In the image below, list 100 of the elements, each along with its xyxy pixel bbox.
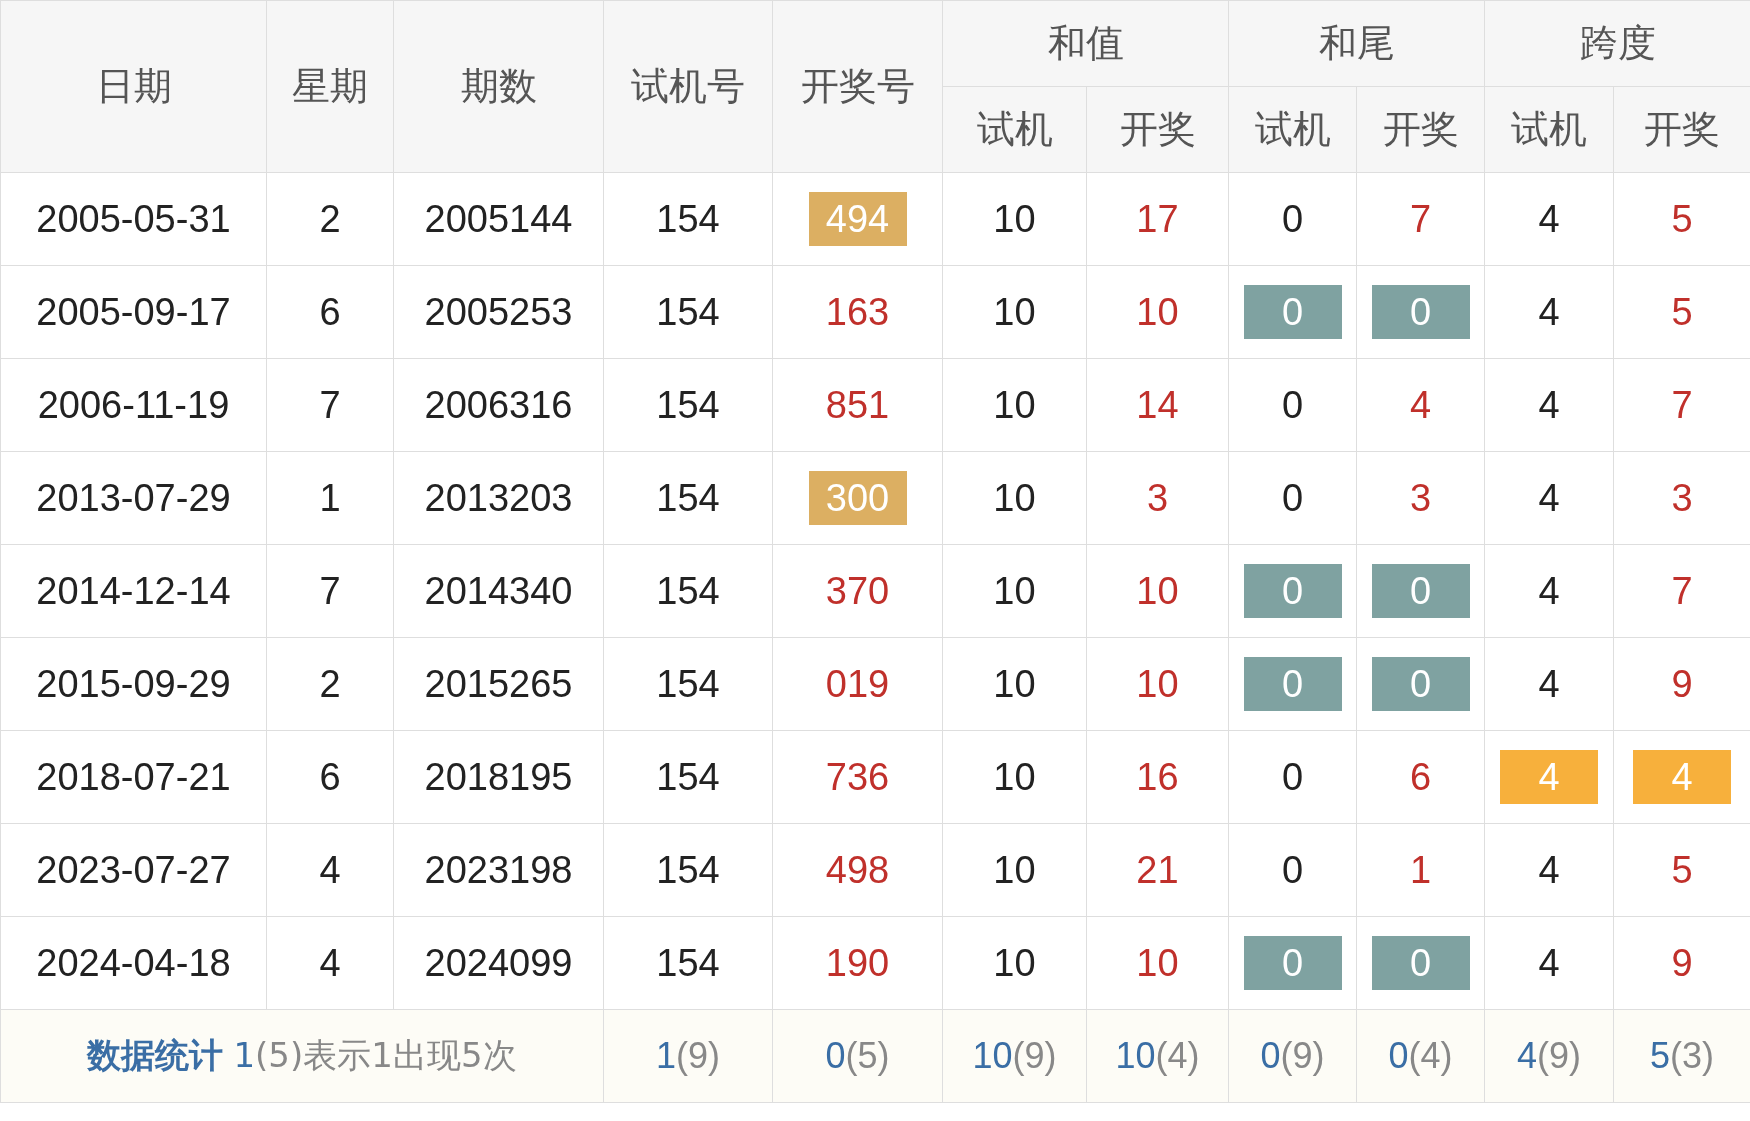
highlighted-number: 0 bbox=[1371, 285, 1470, 339]
table-cell: 2005-09-17 bbox=[0, 265, 267, 359]
table-cell: 6 bbox=[266, 730, 394, 824]
column-header: 日期 bbox=[0, 0, 267, 173]
table-cell: 2 bbox=[266, 172, 394, 266]
table-cell: 10 bbox=[942, 265, 1087, 359]
table-cell: 2024099 bbox=[393, 916, 604, 1010]
summary-count: 10(9) bbox=[972, 1035, 1057, 1076]
table-cell: 0 bbox=[1228, 730, 1357, 824]
table-cell: 4 bbox=[1484, 544, 1614, 638]
table-cell: 4 bbox=[1484, 451, 1614, 545]
table-cell: 10 bbox=[942, 916, 1087, 1010]
table-cell: 4 bbox=[1356, 358, 1485, 452]
summary-title: 数据统计 bbox=[87, 1034, 224, 1077]
highlighted-number: 0 bbox=[1371, 657, 1470, 711]
table-cell: 2014-12-14 bbox=[0, 544, 267, 638]
highlighted-number: 494 bbox=[808, 192, 907, 246]
table-cell: 3 bbox=[1356, 451, 1485, 545]
table-cell: 0 bbox=[1228, 172, 1357, 266]
highlighted-number: 300 bbox=[808, 471, 907, 525]
summary-count: 0(4) bbox=[1388, 1035, 1453, 1076]
table-cell: 154 bbox=[603, 916, 773, 1010]
table-cell: 2006316 bbox=[393, 358, 604, 452]
summary-count: 10(4) bbox=[1115, 1035, 1200, 1076]
table-cell: 7 bbox=[1356, 172, 1485, 266]
table-cell: 4 bbox=[1484, 358, 1614, 452]
table-cell: 2015-09-29 bbox=[0, 637, 267, 731]
table-cell: 2018195 bbox=[393, 730, 604, 824]
table-cell: 14 bbox=[1086, 358, 1229, 452]
table-cell: 2024-04-18 bbox=[0, 916, 267, 1010]
table-cell: 190 bbox=[772, 916, 943, 1010]
table-cell: 10 bbox=[1086, 916, 1229, 1010]
column-header: 开奖 bbox=[1613, 86, 1750, 173]
table-cell: 2013203 bbox=[393, 451, 604, 545]
column-header: 试机 bbox=[1228, 86, 1357, 173]
table-cell: 2 bbox=[266, 637, 394, 731]
highlighted-number: 0 bbox=[1243, 285, 1342, 339]
summary-count: 5(3) bbox=[1650, 1035, 1714, 1076]
table-cell: 2013-07-29 bbox=[0, 451, 267, 545]
table-cell: 370 bbox=[772, 544, 943, 638]
column-header: 星期 bbox=[266, 0, 394, 173]
table-cell: 154 bbox=[603, 823, 773, 917]
highlighted-number: 0 bbox=[1243, 564, 1342, 618]
table-cell: 4 bbox=[1484, 823, 1614, 917]
table-cell: 1 bbox=[1356, 823, 1485, 917]
table-cell: 851 bbox=[772, 358, 943, 452]
table-cell: 2006-11-19 bbox=[0, 358, 267, 452]
table-cell: 2018-07-21 bbox=[0, 730, 267, 824]
column-header: 期数 bbox=[393, 0, 604, 173]
table-cell: 4 bbox=[1484, 916, 1614, 1010]
highlighted-number: 0 bbox=[1371, 936, 1470, 990]
table-cell: 2005-05-31 bbox=[0, 172, 267, 266]
table-cell: 2005144 bbox=[393, 172, 604, 266]
table-cell: 10 bbox=[1086, 544, 1229, 638]
table-cell: 154 bbox=[603, 265, 773, 359]
group-header: 跨度 bbox=[1484, 0, 1750, 87]
table-cell: 3 bbox=[1086, 451, 1229, 545]
summary-count: 0(5) bbox=[825, 1035, 890, 1076]
table-cell: 7 bbox=[266, 544, 394, 638]
group-header: 和值 bbox=[942, 0, 1229, 87]
table-cell: 6 bbox=[1356, 730, 1485, 824]
table-cell: 0 bbox=[1228, 358, 1357, 452]
table-cell: 4 bbox=[266, 916, 394, 1010]
table-cell: 2023198 bbox=[393, 823, 604, 917]
highlighted-number: 4 bbox=[1633, 750, 1731, 804]
table-cell: 4 bbox=[1484, 265, 1614, 359]
summary-count: 0(9) bbox=[1260, 1035, 1325, 1076]
table-cell: 154 bbox=[603, 358, 773, 452]
table-cell: 10 bbox=[1086, 637, 1229, 731]
table-cell: 2015265 bbox=[393, 637, 604, 731]
table-cell: 4 bbox=[1484, 637, 1614, 731]
table-cell: 4 bbox=[1484, 172, 1614, 266]
table-cell: 0 bbox=[1228, 451, 1357, 545]
table-cell: 736 bbox=[772, 730, 943, 824]
column-header: 开奖号 bbox=[772, 0, 943, 173]
table-cell: 154 bbox=[603, 730, 773, 824]
group-header: 和尾 bbox=[1228, 0, 1485, 87]
table-cell: 019 bbox=[772, 637, 943, 731]
table-cell: 10 bbox=[942, 358, 1087, 452]
table-cell: 4 bbox=[266, 823, 394, 917]
table-cell: 10 bbox=[942, 730, 1087, 824]
column-header: 试机 bbox=[942, 86, 1087, 173]
column-header: 开奖 bbox=[1086, 86, 1229, 173]
table-cell: 7 bbox=[266, 358, 394, 452]
table-cell: 0 bbox=[1228, 823, 1357, 917]
column-header: 试机号 bbox=[603, 0, 773, 173]
table-cell: 17 bbox=[1086, 172, 1229, 266]
summary-count: 4(9) bbox=[1517, 1035, 1581, 1076]
table-cell: 154 bbox=[603, 451, 773, 545]
table-cell: 21 bbox=[1086, 823, 1229, 917]
table-cell: 10 bbox=[942, 544, 1087, 638]
column-header: 开奖 bbox=[1356, 86, 1485, 173]
table-cell: 10 bbox=[942, 823, 1087, 917]
table-cell: 2014340 bbox=[393, 544, 604, 638]
table-cell: 10 bbox=[942, 637, 1087, 731]
highlighted-number: 4 bbox=[1500, 750, 1598, 804]
table-cell: 154 bbox=[603, 544, 773, 638]
table-cell: 163 bbox=[772, 265, 943, 359]
table-cell: 6 bbox=[266, 265, 394, 359]
table-cell: 2023-07-27 bbox=[0, 823, 267, 917]
